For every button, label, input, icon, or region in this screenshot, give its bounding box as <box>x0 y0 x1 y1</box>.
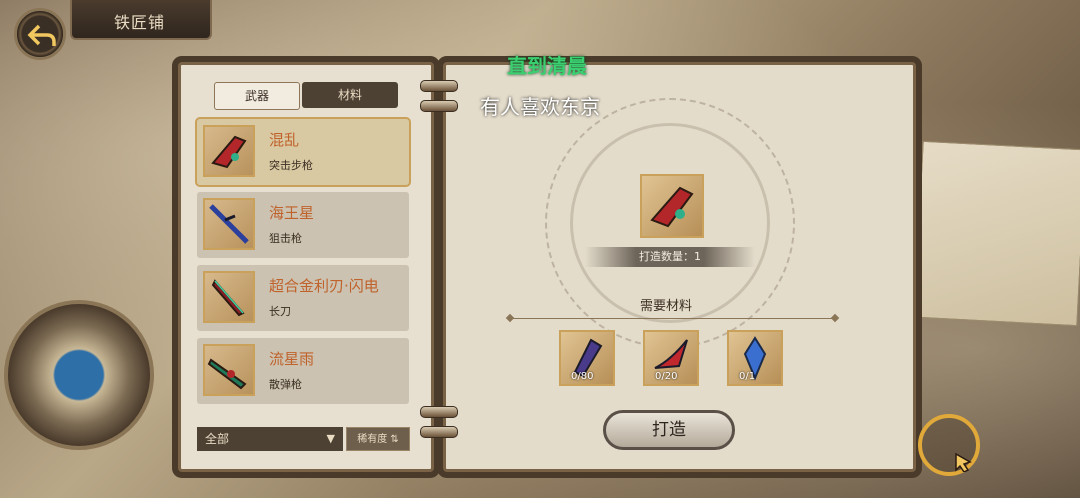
back-arrow-icon <box>27 24 56 46</box>
item-type: 突击步枪 <box>269 159 313 172</box>
sort-arrows-icon: ⇅ <box>390 434 399 445</box>
material-slot[interactable]: 0/1 <box>727 330 783 386</box>
assault-rifle-icon <box>203 125 255 177</box>
binder-ring <box>420 80 458 92</box>
tab-weapons[interactable]: 武器 <box>214 82 300 110</box>
selected-weapon-preview <box>640 174 704 238</box>
page-title: 铁匠铺 <box>114 13 166 32</box>
craft-quantity: 打造数量：1 <box>585 247 755 267</box>
blade-icon <box>203 271 255 323</box>
item-name: 超合金利刃·闪电 <box>269 277 379 295</box>
binder-ring <box>420 100 458 112</box>
forge-button[interactable]: 打造 <box>603 410 735 450</box>
material-slot[interactable]: 0/20 <box>643 330 699 386</box>
divider <box>510 318 835 319</box>
material-count: 0/20 <box>655 371 678 382</box>
material-count: 0/80 <box>571 371 594 382</box>
material-slot[interactable]: 0/80 <box>559 330 615 386</box>
filter-dropdown[interactable]: 全部 ▼ <box>197 427 343 451</box>
tab-materials[interactable]: 材料 <box>302 82 398 108</box>
overlay-text-2: 有人喜欢东京 <box>480 95 600 119</box>
list-item[interactable]: 混乱 突击步枪 <box>195 117 411 187</box>
item-type: 长刀 <box>269 305 291 318</box>
list-item[interactable]: 超合金利刃·闪电 长刀 <box>197 265 409 331</box>
item-type: 狙击枪 <box>269 232 302 245</box>
cursor-icon <box>955 452 972 473</box>
shotgun-icon <box>203 344 255 396</box>
chevron-down-icon: ▼ <box>326 432 335 445</box>
binder-ring <box>420 426 458 438</box>
item-type: 散弹枪 <box>269 378 302 391</box>
item-name: 流星雨 <box>269 350 315 368</box>
sniper-rifle-icon <box>203 198 255 250</box>
sort-button[interactable]: 稀有度 ⇅ <box>346 427 410 451</box>
back-button[interactable] <box>14 8 66 60</box>
filter-value: 全部 <box>205 432 230 446</box>
item-name: 海王星 <box>269 204 315 222</box>
list-item[interactable]: 海王星 狙击枪 <box>197 192 409 258</box>
blueprint-papers <box>913 140 1080 327</box>
required-materials-title: 需要材料 <box>640 299 693 314</box>
sort-label: 稀有度 <box>357 434 388 445</box>
list-item[interactable]: 流星雨 散弹枪 <box>197 338 409 404</box>
material-count: 0/1 <box>739 371 756 382</box>
category-tabs: 武器 材料 <box>198 82 410 110</box>
quick-action-button[interactable] <box>918 414 980 476</box>
compass-dial[interactable] <box>4 300 154 450</box>
binder-ring <box>420 406 458 418</box>
overlay-text-1: 直到清晨 <box>507 54 587 78</box>
item-name: 混乱 <box>269 131 300 149</box>
title-plate: 铁匠铺 <box>70 0 212 40</box>
